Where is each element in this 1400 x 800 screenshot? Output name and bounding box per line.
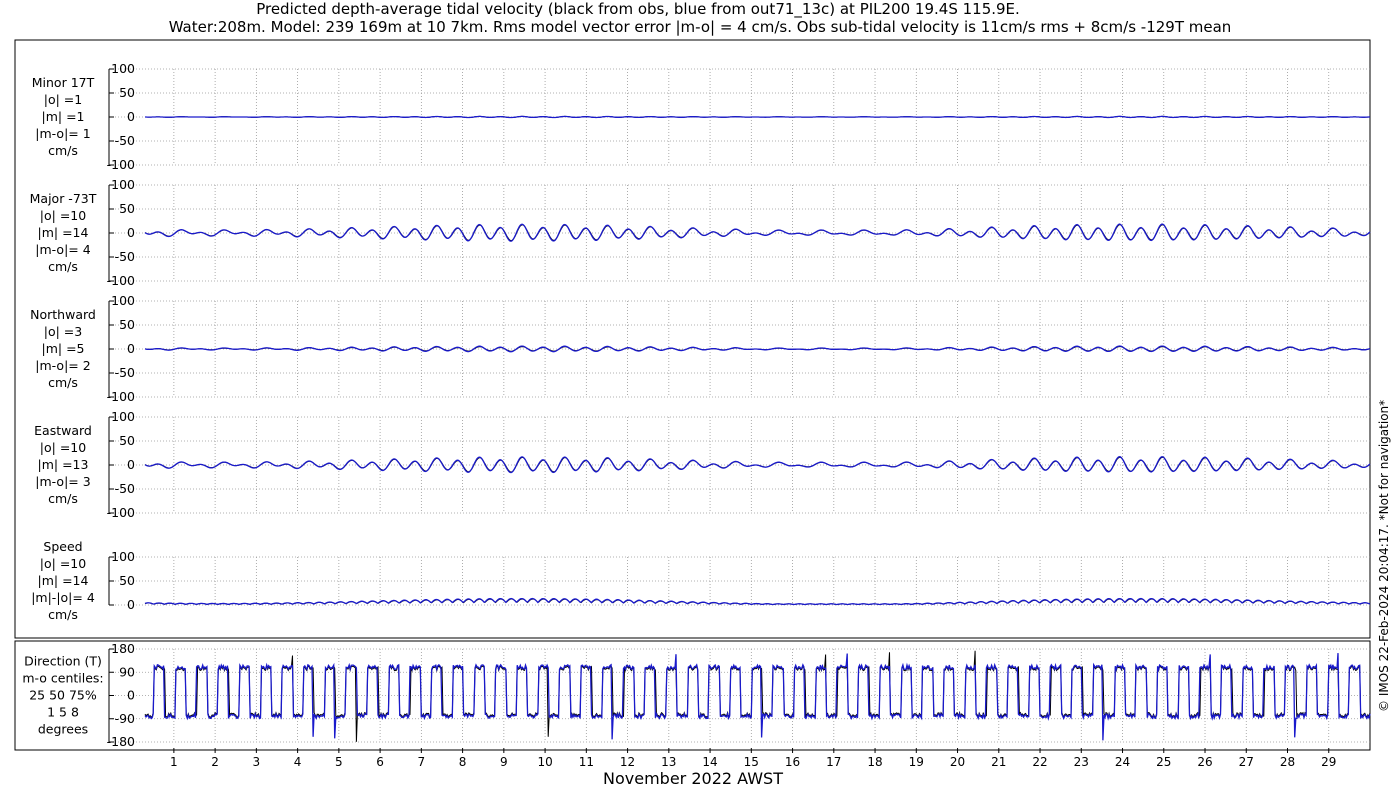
x-tick-label: 13 — [661, 755, 676, 769]
y-tick-label: 50 — [119, 201, 135, 216]
panel-label-line: |m| =13 — [38, 457, 89, 472]
y-tick-label: 0 — [127, 597, 135, 612]
y-tick-label: 100 — [111, 177, 135, 192]
x-tick-label: 16 — [785, 755, 800, 769]
panel-label-line: cm/s — [48, 375, 78, 390]
y-tick-label: -50 — [115, 133, 135, 148]
y-tick-label: -100 — [107, 273, 135, 288]
x-tick-label: 8 — [459, 755, 467, 769]
x-tick-label: 27 — [1239, 755, 1254, 769]
y-tick-label: 50 — [119, 433, 135, 448]
y-tick-label: 0 — [127, 341, 135, 356]
x-tick-label: 1 — [170, 755, 178, 769]
y-tick-label: -100 — [107, 505, 135, 520]
x-tick-label: 14 — [702, 755, 717, 769]
y-tick-label: 100 — [111, 61, 135, 76]
x-tick-label: 24 — [1115, 755, 1130, 769]
panel-label-line: |m| =14 — [38, 573, 89, 588]
panel-label-line: 1 5 8 — [47, 705, 79, 720]
panel-label-line: Northward — [30, 307, 96, 322]
x-tick-label: 4 — [294, 755, 302, 769]
panel-2: 100 50 0 -50 -100 Major -73T |o| =10 |m| =14 |m-… — [30, 177, 1371, 288]
y-tick-label: -50 — [115, 481, 135, 496]
x-tick-label: 29 — [1321, 755, 1336, 769]
panel-label-line: |o| =10 — [40, 440, 86, 455]
y-tick-label: 100 — [111, 549, 135, 564]
panel-label-line: |m-o|= 2 — [35, 358, 90, 373]
panel-label-line: |m| =5 — [42, 341, 85, 356]
panel-label-line: m-o centiles: — [22, 671, 103, 686]
y-tick-label: -50 — [115, 365, 135, 380]
x-tick-label: 2 — [211, 755, 219, 769]
panel-label-line: |o| =3 — [44, 324, 82, 339]
y-tick-label: 100 — [111, 409, 135, 424]
x-tick-label: 21 — [991, 755, 1006, 769]
x-tick-label: 10 — [537, 755, 552, 769]
panel-5: 100 50 0 Speed |o| =10 |m| =14 |m|-|o|= 4 cm/s — [31, 539, 1371, 622]
x-tick-label: 17 — [826, 755, 841, 769]
x-tick-label: 5 — [335, 755, 343, 769]
panel-label-line: cm/s — [48, 143, 78, 158]
panel-label-line: Speed — [43, 539, 82, 554]
x-tick-label: 18 — [867, 755, 882, 769]
x-tick-label: 7 — [418, 755, 426, 769]
series-line-model — [145, 115, 1371, 119]
y-tick-label: 180 — [111, 641, 135, 656]
panel-label-line: |m-o|= 4 — [35, 242, 90, 257]
y-tick-label: -50 — [115, 249, 135, 264]
x-tick-label: 20 — [950, 755, 965, 769]
panel-label-line: |m| =1 — [42, 109, 85, 124]
x-tick-label: 11 — [579, 755, 594, 769]
y-tick-label: -100 — [107, 157, 135, 172]
x-tick-label: 25 — [1156, 755, 1171, 769]
y-tick-label: 100 — [111, 293, 135, 308]
x-tick-label: 6 — [376, 755, 384, 769]
y-tick-label: 0 — [127, 109, 135, 124]
x-tick-label: 9 — [500, 755, 508, 769]
panel-label-line: |m| =14 — [38, 225, 89, 240]
series-line-model — [144, 653, 1371, 741]
panel-label-line: 25 50 75% — [29, 688, 97, 703]
panel-label-line: Direction (T) — [24, 654, 102, 669]
tidal-velocity-figure: 100500-50-100Minor 17T|o| =1|m| =1|m-o|=… — [14, 39, 1371, 788]
panel-1: 100 50 0 -50 -100 Minor 17T |o| =1 |m| =1 |m-o|=… — [32, 61, 1371, 172]
panel-label-line: |o| =1 — [44, 92, 82, 107]
x-axis-label: November 2022 AWST — [603, 769, 783, 788]
panel-label-line: |o| =10 — [40, 556, 86, 571]
panel-3: 100 50 0 -50 -100 Northward |o| =3 |m| =5 |m-o|=… — [30, 293, 1371, 404]
x-tick-label: 19 — [909, 755, 924, 769]
y-tick-label: 50 — [119, 573, 135, 588]
y-tick-label: -100 — [107, 389, 135, 404]
x-tick-label: 15 — [744, 755, 759, 769]
panel-label-line: Minor 17T — [32, 75, 95, 90]
y-tick-label: 50 — [119, 85, 135, 100]
series-line-model — [144, 597, 1371, 606]
x-tick-label: 28 — [1280, 755, 1295, 769]
panel-label-line: |m|-|o|= 4 — [31, 590, 95, 605]
x-tick-label: 23 — [1074, 755, 1089, 769]
y-tick-label: 0 — [127, 688, 135, 703]
y-tick-label: 0 — [127, 457, 135, 472]
panel-label-line: cm/s — [48, 607, 78, 622]
x-tick-label: 26 — [1197, 755, 1212, 769]
panel-label-line: cm/s — [48, 491, 78, 506]
y-tick-label: -90 — [115, 711, 135, 726]
x-tick-label: 12 — [620, 755, 635, 769]
upper-frame — [14, 39, 1371, 639]
panel-label-line: Eastward — [34, 423, 92, 438]
x-tick-label: 22 — [1032, 755, 1047, 769]
panel-label-line: cm/s — [48, 259, 78, 274]
panel-label-line: Major -73T — [30, 191, 97, 206]
panel-label-line: |o| =10 — [40, 208, 86, 223]
panel-label-line: |m-o|= 3 — [35, 474, 90, 489]
x-tick-label: 3 — [253, 755, 261, 769]
panel-4: 100 50 0 -50 -100 Eastward |o| =10 |m| =13 |m-o|… — [34, 409, 1371, 520]
panel-label-line: |m-o|= 1 — [35, 126, 90, 141]
y-tick-label: 90 — [119, 664, 135, 679]
y-tick-label: 50 — [119, 317, 135, 332]
y-tick-label: -180 — [107, 734, 135, 749]
y-tick-label: 0 — [127, 225, 135, 240]
copyright-note: © IMOS 22-Feb-2024 20:04:17. *Not for na… — [1377, 399, 1391, 712]
panel-label-line: degrees — [38, 722, 88, 737]
